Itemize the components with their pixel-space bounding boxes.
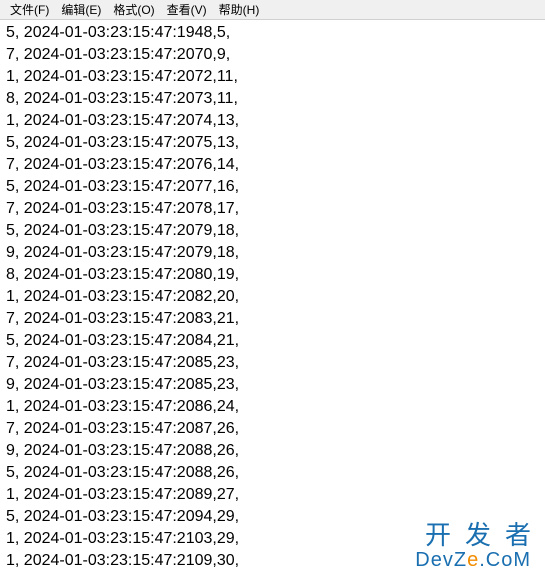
- text-line: 8, 2024-01-03:23:15:47:2073,11,: [6, 88, 539, 110]
- text-line: 7, 2024-01-03:23:15:47:2083,21,: [6, 308, 539, 330]
- text-line: 5, 2024-01-03:23:15:47:2088,26,: [6, 462, 539, 484]
- menu-edit[interactable]: 编辑(E): [55, 1, 107, 18]
- text-line: 5, 2024-01-03:23:15:47:2084,21,: [6, 330, 539, 352]
- menu-format[interactable]: 格式(O): [107, 1, 160, 18]
- text-line: 8, 2024-01-03:23:15:47:2080,19,: [6, 264, 539, 286]
- text-content[interactable]: 5, 2024-01-03:23:15:47:1948,5,7, 2024-01…: [0, 20, 545, 574]
- text-line: 1, 2024-01-03:23:15:47:2082,20,: [6, 286, 539, 308]
- menubar: 文件(F) 编辑(E) 格式(O) 查看(V) 帮助(H): [0, 0, 545, 20]
- text-line: 9, 2024-01-03:23:15:47:2079,18,: [6, 242, 539, 264]
- text-line: 5, 2024-01-03:23:15:47:2077,16,: [6, 176, 539, 198]
- text-line: 1, 2024-01-03:23:15:47:2074,13,: [6, 110, 539, 132]
- text-line: 5, 2024-01-03:23:15:47:2075,13,: [6, 132, 539, 154]
- text-line: 5, 2024-01-03:23:15:47:2079,18,: [6, 220, 539, 242]
- text-line: 7, 2024-01-03:23:15:47:2085,23,: [6, 352, 539, 374]
- text-line: 7, 2024-01-03:23:15:47:2070,9,: [6, 44, 539, 66]
- text-line: 5, 2024-01-03:23:15:47:2094,29,: [6, 506, 539, 528]
- menu-file[interactable]: 文件(F): [4, 1, 55, 18]
- menu-view[interactable]: 查看(V): [161, 1, 213, 18]
- text-line: 1, 2024-01-03:23:15:47:2089,27,: [6, 484, 539, 506]
- text-line: 5, 2024-01-03:23:15:47:1948,5,: [6, 22, 539, 44]
- text-line: 1, 2024-01-03:23:15:47:2103,29,: [6, 528, 539, 550]
- text-line: 9, 2024-01-03:23:15:47:2085,23,: [6, 374, 539, 396]
- text-line: 7, 2024-01-03:23:15:47:2076,14,: [6, 154, 539, 176]
- text-line: 1, 2024-01-03:23:15:47:2072,11,: [6, 66, 539, 88]
- text-line: 9, 2024-01-03:23:15:47:2088,26,: [6, 440, 539, 462]
- text-line: 1, 2024-01-03:23:15:47:2109,30,: [6, 550, 539, 572]
- menu-help[interactable]: 帮助(H): [213, 1, 266, 18]
- text-line: 7, 2024-01-03:23:15:47:2087,26,: [6, 418, 539, 440]
- text-line: 7, 2024-01-03:23:15:47:2078,17,: [6, 198, 539, 220]
- text-line: 1, 2024-01-03:23:15:47:2086,24,: [6, 396, 539, 418]
